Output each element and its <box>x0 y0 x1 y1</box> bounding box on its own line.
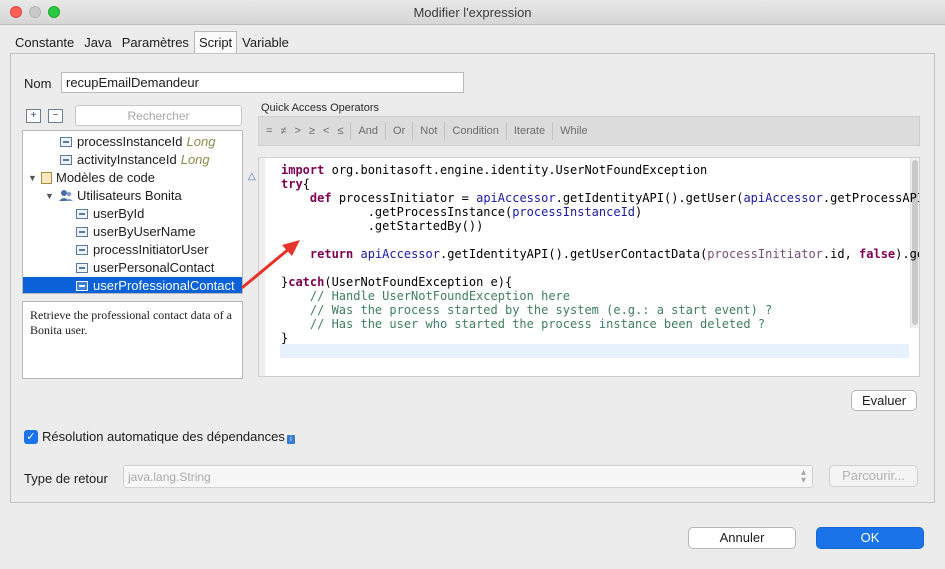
template-icon <box>76 245 88 255</box>
return-type-value: java.lang.String <box>128 470 211 484</box>
dependency-resolution-checkbox[interactable]: ✓ <box>24 430 38 444</box>
annotation-arrow <box>241 240 300 289</box>
expression-dialog: Modifier l'expression Constante Java Par… <box>0 0 945 569</box>
tree-item-label: userPersonalContact <box>93 260 215 275</box>
toolbar-separator <box>444 122 446 140</box>
fold-icon[interactable]: △ <box>248 171 256 182</box>
operator-less-equal[interactable]: ≤ <box>333 121 347 141</box>
name-label: Nom <box>24 76 52 91</box>
tree-item-utilisateurs-bonita[interactable]: ▼ Utilisateurs Bonita <box>23 187 242 205</box>
quick-access-label: Quick Access Operators <box>261 102 379 114</box>
tree-item-modeles-de-code[interactable]: ▼ Modèles de code <box>23 169 242 187</box>
template-icon <box>76 281 88 291</box>
current-line-highlight <box>280 344 909 358</box>
dependency-resolution-label: Résolution automatique des dépendances i <box>42 429 295 444</box>
chevron-down-icon[interactable]: ▼ <box>28 169 37 187</box>
toolbar-separator <box>412 122 414 140</box>
tree-item-label: activityInstanceId <box>77 152 177 167</box>
toolbar-separator <box>552 122 554 140</box>
tree-item-userbyid[interactable]: userById <box>23 205 242 223</box>
tree-item-userprofessionalcontact[interactable]: userProfessionalContact <box>23 277 242 293</box>
operator-condition[interactable]: Condition <box>448 121 502 141</box>
tab-bar: Constante Java Paramètres Script Variabl… <box>10 31 294 53</box>
tab-parametres[interactable]: Paramètres <box>117 31 194 53</box>
tree-item-type: Long <box>186 134 216 149</box>
tab-constante[interactable]: Constante <box>10 31 79 53</box>
chevron-down-icon[interactable]: ▼ <box>45 187 54 205</box>
tree-item-processinstanceid[interactable]: processInstanceId Long <box>23 133 242 151</box>
tab-java[interactable]: Java <box>79 31 116 53</box>
template-icon <box>76 263 88 273</box>
operator-while[interactable]: While <box>556 121 592 141</box>
info-icon[interactable]: i <box>286 435 295 444</box>
return-type-select[interactable]: java.lang.String ▴ ▾ <box>123 465 813 488</box>
tree-item-activityinstanceid[interactable]: activityInstanceId Long <box>23 151 242 169</box>
operator-less[interactable]: < <box>319 121 333 141</box>
tree-item-processinitiatoruser[interactable]: processInitiatorUser <box>23 241 242 259</box>
tree-item-label: processInstanceId <box>77 134 183 149</box>
script-panel: Nom recupEmailDemandeur + − Rechercher p… <box>10 53 935 503</box>
tree-item-userbyusername[interactable]: userByUserName <box>23 223 242 241</box>
quick-access-toolbar: = ≠ > ≥ < ≤ And Or Not Condition Iterate… <box>258 116 920 146</box>
operator-equals[interactable]: = <box>262 121 276 141</box>
tree-item-label: userByUserName <box>93 224 196 239</box>
script-editor[interactable]: import org.bonitasoft.engine.identity.Us… <box>258 157 920 377</box>
operator-greater-equal[interactable]: ≥ <box>305 121 319 141</box>
collapse-all-icon[interactable]: − <box>48 109 63 123</box>
tree-item-label: userById <box>93 206 145 221</box>
operator-greater[interactable]: > <box>290 121 304 141</box>
tree-item-label: Utilisateurs Bonita <box>77 188 182 203</box>
tree-item-type: Long <box>180 152 210 167</box>
tree-item-label: userProfessionalContact <box>93 278 235 293</box>
template-description: Retrieve the professional contact data o… <box>22 301 243 379</box>
variable-icon <box>60 155 72 165</box>
template-icon <box>76 209 88 219</box>
name-input[interactable]: recupEmailDemandeur <box>61 72 464 93</box>
cancel-button[interactable]: Annuler <box>688 527 796 549</box>
search-input[interactable]: Rechercher <box>75 105 242 126</box>
operator-or[interactable]: Or <box>389 121 409 141</box>
toolbar-separator <box>385 122 387 140</box>
tab-variable[interactable]: Variable <box>237 31 294 53</box>
script-code: import org.bonitasoft.engine.identity.Us… <box>281 163 919 345</box>
tree-item-label: Modèles de code <box>56 170 156 185</box>
users-icon <box>59 189 73 202</box>
title-bar: Modifier l'expression <box>0 0 945 25</box>
toolbar-separator <box>505 122 507 140</box>
operator-not-equals[interactable]: ≠ <box>276 121 290 141</box>
tree-item-userpersonalcontact[interactable]: userPersonalContact <box>23 259 242 277</box>
return-type-label: Type de retour <box>24 471 108 486</box>
variable-icon <box>60 137 72 147</box>
browse-button[interactable]: Parcourir... <box>829 465 918 487</box>
expand-all-icon[interactable]: + <box>26 109 41 123</box>
ok-button[interactable]: OK <box>816 527 924 549</box>
evaluate-button[interactable]: Evaluer <box>851 390 917 411</box>
window-title: Modifier l'expression <box>413 5 532 20</box>
code-template-tree: processInstanceId Long activityInstanceId… <box>22 130 243 294</box>
operator-iterate[interactable]: Iterate <box>510 121 549 141</box>
folder-icon <box>41 172 52 184</box>
chevron-updown-icon: ▴ ▾ <box>800 467 806 486</box>
toolbar-separator <box>350 122 352 140</box>
tree-item-label: processInitiatorUser <box>93 242 209 257</box>
template-icon <box>76 227 88 237</box>
operator-not[interactable]: Not <box>416 121 441 141</box>
operator-and[interactable]: And <box>354 121 382 141</box>
tab-script[interactable]: Script <box>193 31 238 53</box>
